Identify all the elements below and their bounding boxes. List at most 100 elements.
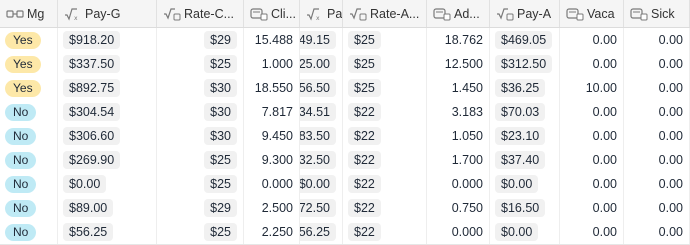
column-header-cli[interactable]: Cli... xyxy=(244,0,300,27)
cell-pay-g[interactable]: $337.50 xyxy=(58,52,157,76)
cell-mg[interactable]: No xyxy=(0,100,58,124)
cell-pay-g[interactable]: $918.20 xyxy=(58,28,157,52)
cell-vaca[interactable]: 10.00 xyxy=(560,76,624,100)
cell-ad[interactable]: 0.000 xyxy=(427,172,490,196)
cell-mg[interactable]: No xyxy=(0,220,58,244)
cell-rate-a[interactable]: $22 xyxy=(343,220,427,244)
cell-cli[interactable]: 2.500 xyxy=(244,196,300,220)
cell-pay-a[interactable]: $16.50 xyxy=(490,196,560,220)
column-header-mg[interactable]: Mg xyxy=(0,0,58,27)
cell-pay-c[interactable]: $232.50 xyxy=(300,148,343,172)
cell-ad[interactable]: 1.050 xyxy=(427,124,490,148)
cell-cli[interactable]: 0.000 xyxy=(244,172,300,196)
cell-cli[interactable]: 7.817 xyxy=(244,100,300,124)
column-header-ad[interactable]: Ad... xyxy=(427,0,490,27)
cell-pay-a[interactable]: $37.40 xyxy=(490,148,560,172)
cell-sick[interactable]: 0.00 xyxy=(624,28,690,52)
cell-ad[interactable]: 0.750 xyxy=(427,196,490,220)
cell-vaca[interactable]: 0.00 xyxy=(560,172,624,196)
cell-ad[interactable]: 0.000 xyxy=(427,220,490,244)
column-header-rate-a[interactable]: Rate-A... xyxy=(343,0,427,27)
cell-rate-a[interactable]: $22 xyxy=(343,124,427,148)
cell-rate-c[interactable]: $30 xyxy=(157,100,244,124)
table-row[interactable]: No $306.60 $30 9.450 $283.50 $22 1.050 $23.10 0.… xyxy=(0,124,690,149)
cell-sick[interactable]: 0.00 xyxy=(624,196,690,220)
cell-rate-a[interactable]: $22 xyxy=(343,172,427,196)
cell-rate-a[interactable]: $25 xyxy=(343,28,427,52)
cell-mg[interactable]: No xyxy=(0,148,58,172)
cell-pay-c[interactable]: $449.15 xyxy=(300,28,343,52)
cell-cli[interactable]: 18.550 xyxy=(244,76,300,100)
cell-vaca[interactable]: 0.00 xyxy=(560,28,624,52)
column-header-vaca[interactable]: Vaca xyxy=(560,0,624,27)
table-row[interactable]: Yes $892.75 $30 18.550 $556.50 $25 1.450 $36.25… xyxy=(0,76,690,101)
cell-rate-a[interactable]: $22 xyxy=(343,148,427,172)
column-header-pay-g[interactable]: x Pay-G xyxy=(58,0,157,27)
column-header-sick[interactable]: Sick xyxy=(624,0,690,27)
cell-rate-c[interactable]: $29 xyxy=(157,196,244,220)
cell-pay-a[interactable]: $23.10 xyxy=(490,124,560,148)
cell-sick[interactable]: 0.00 xyxy=(624,52,690,76)
cell-mg[interactable]: No xyxy=(0,124,58,148)
cell-pay-g[interactable]: $892.75 xyxy=(58,76,157,100)
cell-pay-a[interactable]: $70.03 xyxy=(490,100,560,124)
cell-sick[interactable]: 0.00 xyxy=(624,100,690,124)
cell-rate-a[interactable]: $22 xyxy=(343,196,427,220)
cell-cli[interactable]: 9.450 xyxy=(244,124,300,148)
cell-cli[interactable]: 9.300 xyxy=(244,148,300,172)
cell-rate-a[interactable]: $22 xyxy=(343,100,427,124)
table-row[interactable]: No $89.00 $29 2.500 $72.50 $22 0.750 $16.50 0.00… xyxy=(0,196,690,221)
table-row[interactable]: No $269.90 $25 9.300 $232.50 $22 1.700 $37.40 0.… xyxy=(0,148,690,173)
table-row[interactable]: No $304.54 $30 7.817 $234.51 $22 3.183 $70.03 0.… xyxy=(0,100,690,125)
cell-rate-a[interactable]: $25 xyxy=(343,52,427,76)
cell-rate-c[interactable]: $30 xyxy=(157,76,244,100)
cell-pay-g[interactable]: $306.60 xyxy=(58,124,157,148)
cell-ad[interactable]: 3.183 xyxy=(427,100,490,124)
cell-pay-g[interactable]: $269.90 xyxy=(58,148,157,172)
cell-ad[interactable]: 1.700 xyxy=(427,148,490,172)
cell-rate-c[interactable]: $25 xyxy=(157,148,244,172)
cell-pay-g[interactable]: $304.54 xyxy=(58,100,157,124)
cell-cli[interactable]: 2.250 xyxy=(244,220,300,244)
table-row[interactable]: No $0.00 $25 0.000 $0.00 $22 0.000 $0.00 0.00 0.0… xyxy=(0,172,690,197)
column-header-rate-c[interactable]: Rate-C... xyxy=(157,0,244,27)
cell-mg[interactable]: No xyxy=(0,196,58,220)
cell-rate-c[interactable]: $25 xyxy=(157,220,244,244)
cell-sick[interactable]: 0.00 xyxy=(624,220,690,244)
column-header-pay-c[interactable]: x Pay-C xyxy=(300,0,343,27)
cell-ad[interactable]: 12.500 xyxy=(427,52,490,76)
cell-pay-a[interactable]: $469.05 xyxy=(490,28,560,52)
cell-pay-c[interactable]: $72.50 xyxy=(300,196,343,220)
cell-rate-c[interactable]: $30 xyxy=(157,124,244,148)
cell-pay-g[interactable]: $0.00 xyxy=(58,172,157,196)
cell-pay-a[interactable]: $312.50 xyxy=(490,52,560,76)
cell-pay-a[interactable]: $36.25 xyxy=(490,76,560,100)
cell-rate-c[interactable]: $29 xyxy=(157,28,244,52)
cell-rate-a[interactable]: $25 xyxy=(343,76,427,100)
cell-pay-g[interactable]: $56.25 xyxy=(58,220,157,244)
cell-pay-a[interactable]: $0.00 xyxy=(490,220,560,244)
table-row[interactable]: Yes $337.50 $25 1.000 $25.00 $25 12.500 $312.50… xyxy=(0,52,690,77)
table-row[interactable]: No $56.25 $25 2.250 $56.25 $22 0.000 $0.00 0.00 0… xyxy=(0,220,690,245)
cell-pay-c[interactable]: $0.00 xyxy=(300,172,343,196)
cell-vaca[interactable]: 0.00 xyxy=(560,100,624,124)
table-row[interactable]: Yes $918.20 $29 15.488 $449.15 $25 18.762 $469.… xyxy=(0,28,690,53)
cell-ad[interactable]: 1.450 xyxy=(427,76,490,100)
cell-mg[interactable]: Yes xyxy=(0,28,58,52)
cell-mg[interactable]: No xyxy=(0,172,58,196)
cell-pay-c[interactable]: $25.00 xyxy=(300,52,343,76)
cell-cli[interactable]: 1.000 xyxy=(244,52,300,76)
cell-sick[interactable]: 0.00 xyxy=(624,124,690,148)
cell-sick[interactable]: 0.00 xyxy=(624,172,690,196)
cell-pay-c[interactable]: $234.51 xyxy=(300,100,343,124)
cell-pay-a[interactable]: $0.00 xyxy=(490,172,560,196)
cell-vaca[interactable]: 0.00 xyxy=(560,148,624,172)
column-header-pay-a[interactable]: Pay-A xyxy=(490,0,560,27)
cell-mg[interactable]: Yes xyxy=(0,76,58,100)
cell-pay-g[interactable]: $89.00 xyxy=(58,196,157,220)
cell-vaca[interactable]: 0.00 xyxy=(560,196,624,220)
cell-rate-c[interactable]: $25 xyxy=(157,52,244,76)
cell-sick[interactable]: 0.00 xyxy=(624,148,690,172)
cell-vaca[interactable]: 0.00 xyxy=(560,220,624,244)
cell-vaca[interactable]: 0.00 xyxy=(560,124,624,148)
